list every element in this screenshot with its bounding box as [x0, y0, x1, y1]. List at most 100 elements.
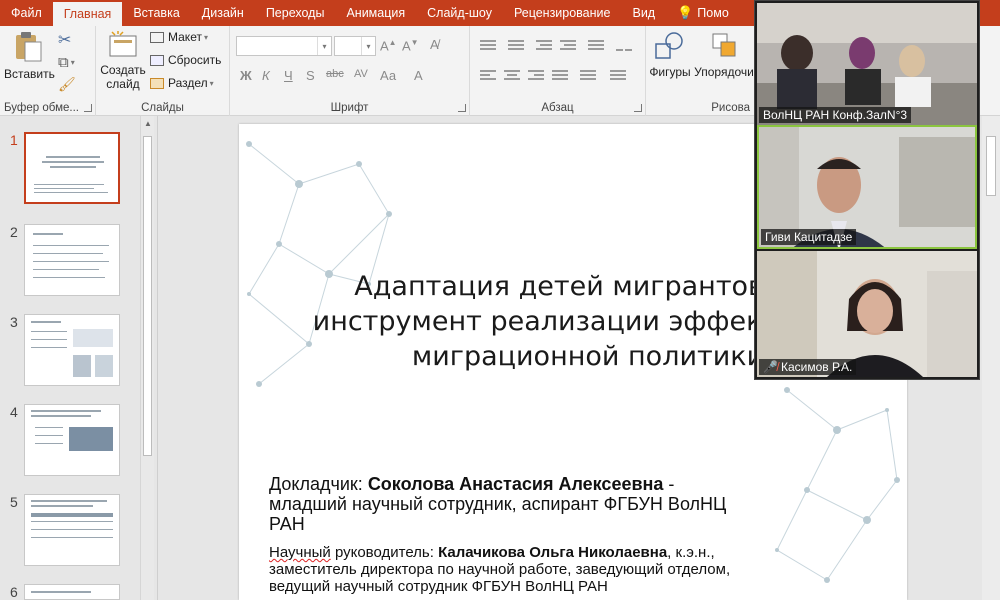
reporter-text[interactable]: Докладчик: Соколова Анастасия Алексеевна… [269, 474, 739, 534]
thumbnail-scrollbar[interactable]: ▲ [140, 116, 154, 600]
advisor-text[interactable]: Научный руководитель: Калачикова Ольга Н… [269, 544, 789, 595]
italic-button[interactable]: К [262, 68, 270, 83]
video-tile-participant-3[interactable]: 🎤̸ Касимов Р.А. [757, 251, 977, 377]
arrange-label: Упорядочи [694, 65, 754, 79]
lightbulb-icon: 💡 [677, 5, 694, 20]
shapes-button[interactable]: Фигуры [646, 30, 694, 79]
cut-button[interactable]: ✂ [58, 30, 71, 50]
change-case-button[interactable]: Аа [380, 68, 396, 83]
tab-file[interactable]: Файл [0, 0, 53, 26]
group-clipboard-label: Буфер обме... [4, 102, 79, 114]
slide-thumbnail-3[interactable] [24, 314, 120, 386]
tab-home[interactable]: Главная [52, 0, 123, 26]
advisor-word: Научный [269, 544, 331, 561]
tab-animations[interactable]: Анимация [335, 0, 416, 26]
layout-icon [150, 31, 164, 43]
video-tile-active-speaker[interactable]: Гиви Кацитадзе [757, 125, 977, 249]
tab-view[interactable]: Вид [621, 0, 666, 26]
reset-icon [150, 54, 164, 66]
participant-name: Гиви Кацитадзе [761, 229, 857, 245]
line-spacing-icon[interactable] [588, 40, 604, 52]
group-slides-label: Слайды [141, 102, 184, 114]
bold-button[interactable]: Ж [240, 68, 252, 83]
group-paragraph-label: Абзац [541, 102, 574, 114]
main-scrollbar[interactable] [982, 116, 1000, 600]
layout-label: Макет [168, 30, 202, 44]
text-direction-icon[interactable] [580, 70, 596, 82]
tab-review[interactable]: Рецензирование [503, 0, 622, 26]
copy-button[interactable]: ⧉ ▾ [58, 54, 75, 71]
microphone-off-icon: 🎤̸ [763, 360, 778, 374]
section-icon [150, 77, 164, 89]
thumbnail-number: 1 [10, 132, 18, 148]
shadow-button[interactable]: S [306, 68, 315, 83]
clear-format-icon[interactable]: A̸ [430, 37, 439, 52]
section-button[interactable]: Раздел ▾ [150, 76, 214, 90]
shrink-font-button[interactable]: A▼ [402, 38, 419, 53]
slide-thumbnail-1[interactable] [24, 132, 120, 204]
slide-thumbnail-4[interactable] [24, 404, 120, 476]
reset-button[interactable]: Сбросить [150, 53, 221, 67]
font-family-input[interactable]: ▾ [236, 36, 332, 56]
video-tile-conference-room[interactable]: ВолНЦ РАН Конф.ЗалN°3 [757, 3, 977, 125]
group-clipboard: Вставить ✂ ⧉ ▾ 🖌 Буфер обме... [0, 26, 96, 116]
clipboard-launcher-icon[interactable] [84, 104, 92, 112]
strikethrough-button[interactable]: abc [326, 68, 344, 80]
font-launcher-icon[interactable] [458, 104, 466, 112]
arrange-button[interactable]: Упорядочи [694, 30, 754, 79]
thumbnail-number: 3 [10, 314, 18, 330]
align-center-icon[interactable] [504, 70, 520, 82]
new-slide-button[interactable]: Создать слайд [98, 30, 148, 91]
scroll-up-icon[interactable]: ▲ [144, 119, 152, 128]
layout-button[interactable]: Макет ▾ [150, 30, 208, 44]
slide-thumbnail-5[interactable] [24, 494, 120, 566]
slide-thumbnail-6[interactable] [24, 584, 120, 600]
justify-icon[interactable] [552, 70, 568, 82]
reporter-name: Соколова Анастасия Алексеевна [367, 474, 664, 494]
increase-indent-icon[interactable] [560, 40, 576, 52]
copy-icon: ⧉ [58, 54, 69, 71]
video-conference-panel: ВолНЦ РАН Конф.ЗалN°3 Гиви Кацитадзе 🎤̸ К… [754, 0, 980, 380]
underline-button[interactable]: Ч [284, 68, 293, 83]
paragraph-launcher-icon[interactable] [634, 104, 642, 112]
group-slides: Создать слайд Макет ▾ Сбросить Раздел ▾ Сл… [96, 26, 230, 116]
char-spacing-icon[interactable]: AV [354, 68, 368, 80]
columns-icon[interactable] [616, 40, 632, 52]
shapes-label: Фигуры [649, 65, 691, 79]
advisor-name: Калачикова Ольга Николаевна [438, 544, 668, 561]
font-color-button[interactable]: A [414, 68, 423, 83]
align-left-icon[interactable] [480, 70, 496, 82]
paste-button[interactable]: Вставить [4, 30, 55, 81]
tab-help-label: Помо [697, 6, 729, 20]
format-painter-button[interactable]: 🖌 [58, 76, 76, 93]
group-font-label: Шрифт [330, 102, 369, 114]
grow-font-button[interactable]: A▲ [380, 38, 397, 53]
shapes-icon [655, 32, 683, 59]
tab-design[interactable]: Дизайн [191, 0, 255, 26]
slide-thumbnail-2[interactable] [24, 224, 120, 296]
tab-slideshow[interactable]: Слайд-шоу [416, 0, 503, 26]
tab-insert[interactable]: Вставка [122, 0, 190, 26]
main-scrollbar-thumb[interactable] [986, 136, 996, 196]
decrease-indent-icon[interactable] [536, 40, 552, 52]
scrollbar-thumb[interactable] [143, 136, 152, 456]
reset-label: Сбросить [168, 53, 222, 67]
bullets-icon[interactable] [480, 40, 496, 52]
align-text-icon[interactable] [610, 70, 626, 82]
brush-icon: 🖌 [58, 76, 76, 92]
font-size-input[interactable]: ▾ [334, 36, 376, 56]
reporter-prefix: Докладчик: [269, 474, 368, 494]
thumbnail-number: 4 [10, 404, 18, 420]
align-right-icon[interactable] [528, 70, 544, 82]
scissors-icon: ✂ [58, 32, 72, 49]
thumbnail-number: 6 [10, 584, 18, 600]
participant-name: ВолНЦ РАН Конф.ЗалN°3 [759, 107, 912, 123]
group-font: ▾ ▾ A▲ A▼ A̸ Ж К Ч S abc AV Аа A Шрифт [230, 26, 470, 116]
group-paragraph: Абзац [470, 26, 646, 116]
tab-transitions[interactable]: Переходы [255, 0, 336, 26]
arrange-icon [712, 33, 736, 57]
numbering-icon[interactable] [508, 40, 524, 52]
tab-help[interactable]: 💡 Помо [666, 0, 740, 26]
thumbnail-number: 5 [10, 494, 18, 510]
paste-icon [16, 32, 42, 62]
